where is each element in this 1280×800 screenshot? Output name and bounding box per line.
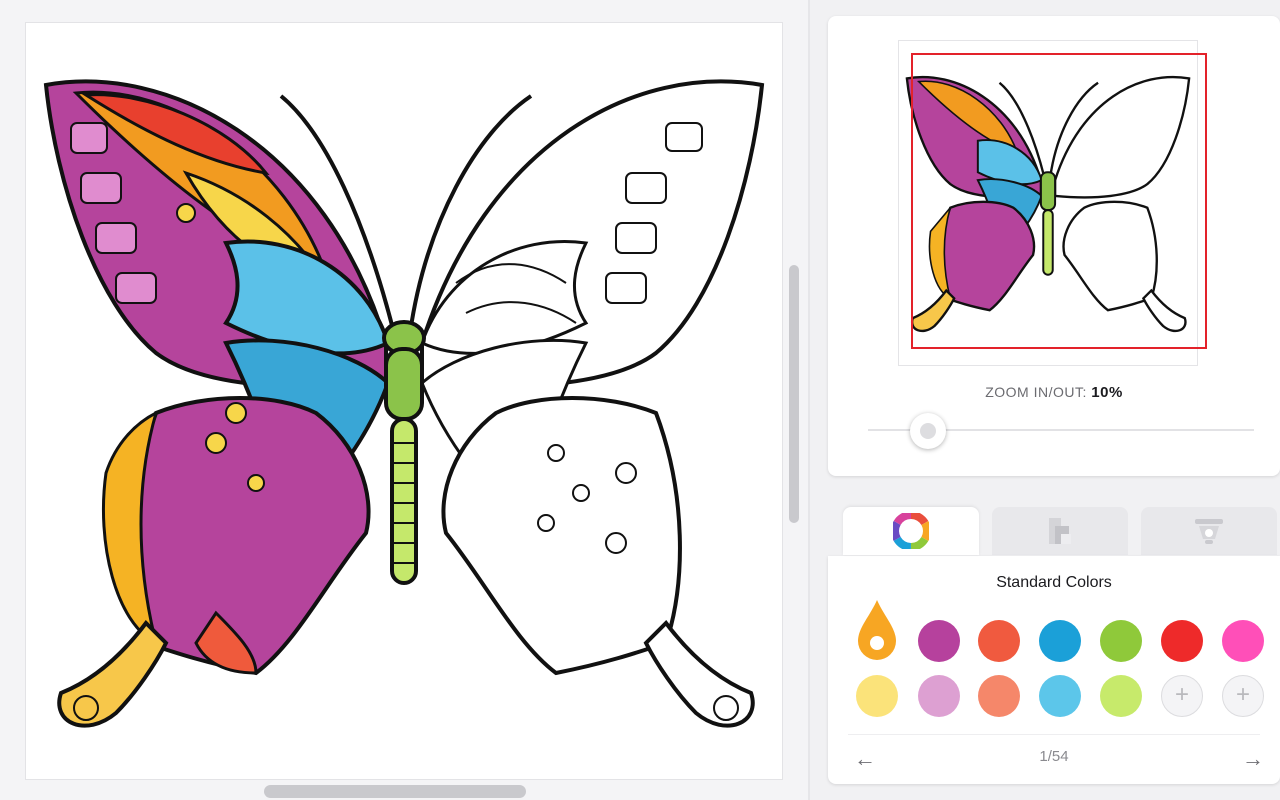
color-swatch[interactable] [918, 620, 960, 662]
color-swatch[interactable] [1039, 620, 1081, 662]
color-swatch[interactable] [1100, 675, 1142, 717]
color-swatch[interactable] [1039, 675, 1081, 717]
color-wheel-icon [893, 513, 929, 549]
next-page-button[interactable]: → [1242, 746, 1264, 772]
add-color-button[interactable]: + [1222, 675, 1264, 717]
zoom-readout: ZOOM IN/OUT: 10% [828, 384, 1280, 401]
zoom-value: 10% [1091, 384, 1123, 401]
color-swatch[interactable] [1100, 620, 1142, 662]
navigator-panel: ZOOM IN/OUT: 10% [828, 16, 1280, 476]
color-swatch[interactable] [918, 675, 960, 717]
color-swatch[interactable] [978, 675, 1020, 717]
gradient-icon [1049, 518, 1071, 544]
zoom-label: ZOOM IN/OUT: [985, 384, 1087, 400]
vertical-scrollbar[interactable] [789, 265, 799, 523]
page-indicator: 1/54 [1039, 748, 1069, 765]
coloring-canvas[interactable] [25, 22, 783, 780]
zoom-slider-handle[interactable] [910, 413, 946, 449]
standard-colors-panel: Standard Colors + + ← 1/54 → [828, 556, 1280, 784]
butterfly-artwork[interactable] [26, 23, 782, 779]
palette-title: Standard Colors [996, 574, 1112, 591]
tab-gradients[interactable] [992, 507, 1128, 555]
tab-colors[interactable] [843, 507, 979, 555]
panel-divider [808, 0, 810, 800]
selected-color-swatch[interactable] [856, 598, 898, 662]
palette-divider [848, 734, 1260, 735]
color-swatch[interactable] [1161, 620, 1203, 662]
viewport-indicator[interactable] [911, 53, 1207, 349]
color-swatch[interactable] [978, 620, 1020, 662]
add-color-button[interactable]: + [1161, 675, 1203, 717]
navigator-thumbnail[interactable] [898, 40, 1207, 366]
color-swatch[interactable] [856, 675, 898, 717]
tab-fill-tools[interactable] [1141, 507, 1277, 555]
color-swatch[interactable] [1222, 620, 1264, 662]
horizontal-scrollbar[interactable] [264, 785, 526, 798]
canvas-area [0, 0, 808, 800]
bucket-icon [1195, 519, 1223, 544]
